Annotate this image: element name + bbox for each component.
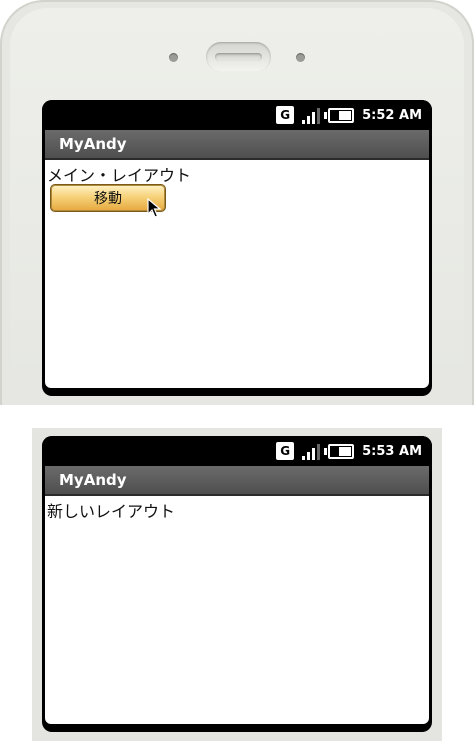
front-sensor-right (296, 53, 305, 62)
status-clock: 5:53 AM (362, 443, 422, 459)
app-title: MyAndy (59, 135, 127, 153)
status-clock: 5:52 AM (362, 107, 422, 123)
network-type-icon: G (276, 106, 295, 124)
app-title-bar: MyAndy (45, 130, 429, 160)
phone-screen: G 5:53 AM MyAndy 新しいレイアウト (42, 436, 432, 732)
status-bar: G 5:53 AM (42, 436, 432, 466)
emulator-screenshot-new: G 5:53 AM MyAndy 新しいレイアウト (32, 428, 442, 741)
battery-icon (324, 443, 355, 459)
battery-icon (324, 107, 355, 123)
app-title: MyAndy (59, 471, 127, 489)
front-sensor-left (169, 53, 178, 62)
network-type-icon: G (276, 442, 295, 460)
app-title-bar: MyAndy (45, 466, 429, 496)
phone-screen: G 5:52 AM MyAndy メイン・レイアウト 移動 (42, 100, 432, 396)
main-layout-label: メイン・レイアウト (47, 166, 192, 185)
earpiece-speaker (206, 42, 271, 72)
new-layout-label: 新しいレイアウト (47, 502, 176, 521)
emulator-screenshot-main: G 5:52 AM MyAndy メイン・レイアウト 移動 (0, 0, 474, 405)
signal-strength-icon (302, 442, 321, 460)
new-layout-content: 新しいレイアウト (45, 496, 429, 724)
main-layout-content: メイン・レイアウト 移動 (45, 160, 429, 388)
status-bar: G 5:52 AM (42, 100, 432, 130)
mouse-pointer-icon (147, 198, 161, 218)
signal-strength-icon (302, 106, 321, 124)
